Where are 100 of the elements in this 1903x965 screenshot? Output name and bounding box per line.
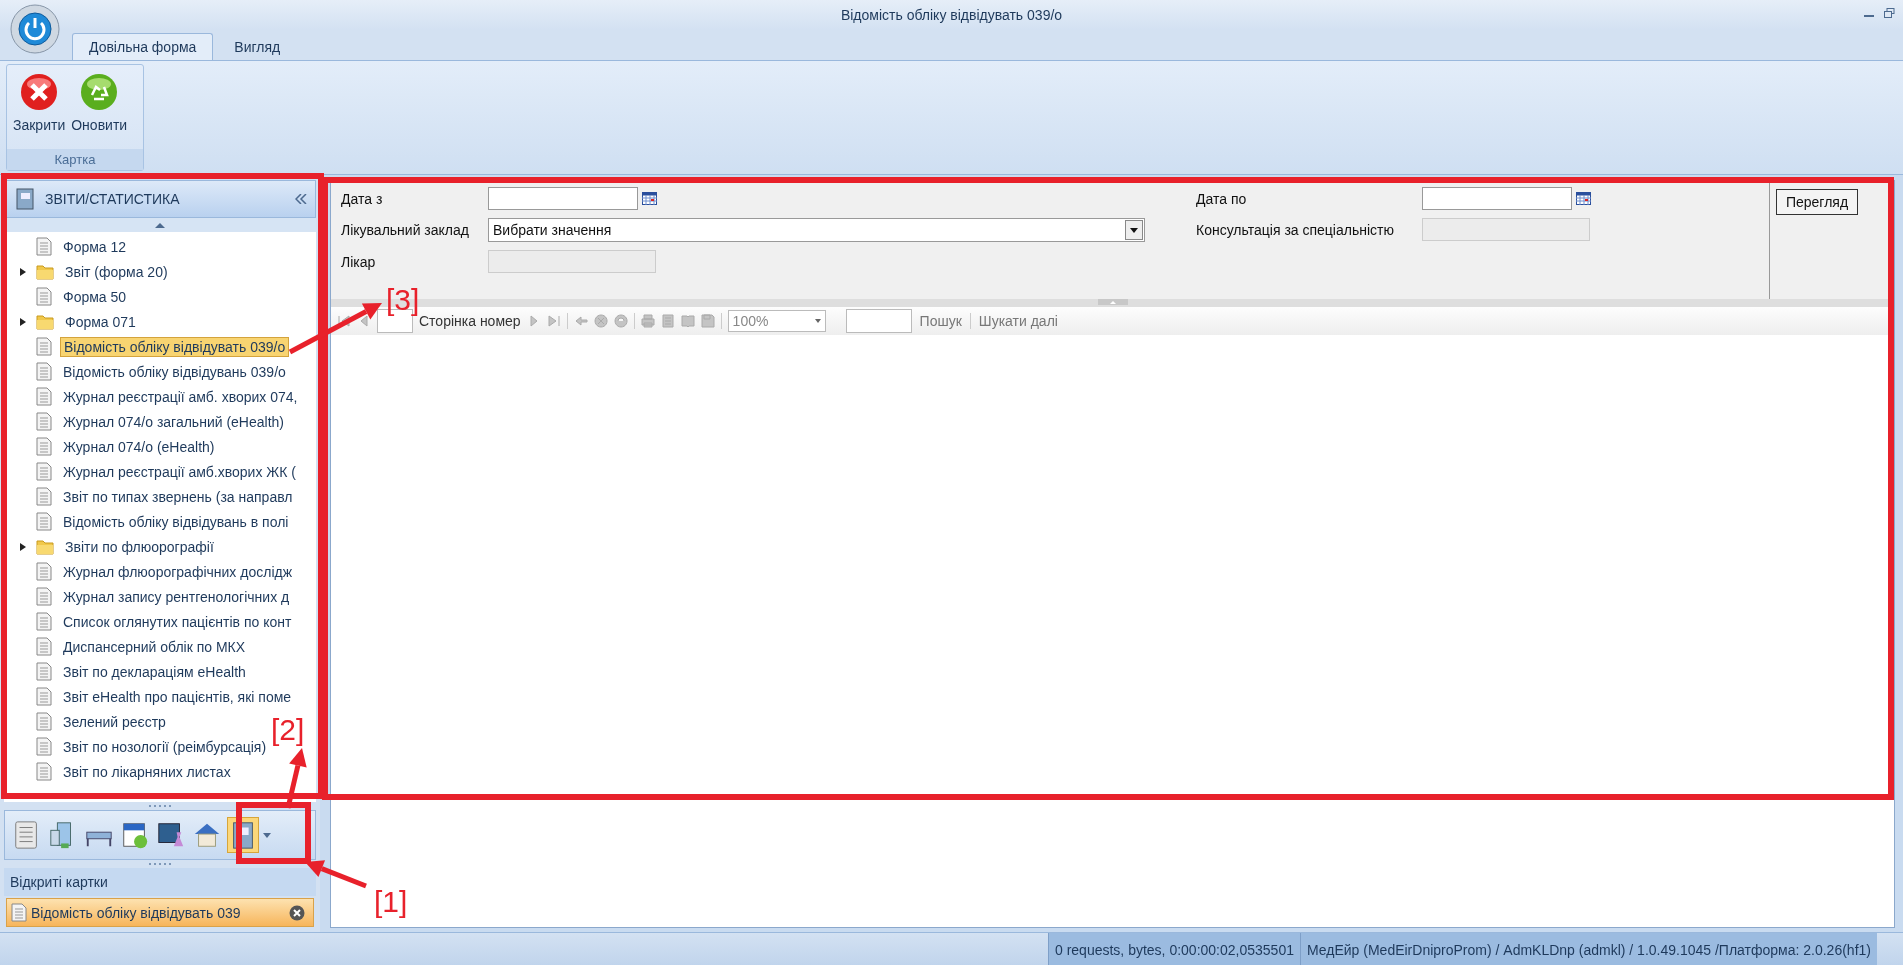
field-label: Дата з bbox=[341, 190, 384, 207]
annotation-arrow bbox=[285, 748, 307, 809]
expand-arrow-icon[interactable] bbox=[19, 542, 27, 551]
expand-arrow-icon[interactable] bbox=[19, 317, 27, 326]
caret-icon bbox=[1130, 227, 1138, 233]
tree-item[interactable]: Звіт по нозології (реімбурсація) bbox=[60, 737, 270, 756]
tree-item[interactable]: Журнал запису рентгенологічних д bbox=[60, 587, 293, 606]
page-label: Сторінка номер bbox=[419, 313, 521, 329]
view-button[interactable]: Перегляд bbox=[1776, 189, 1858, 215]
tree-item[interactable]: Звіт eHealth про пацієнтів, які поме bbox=[60, 687, 295, 706]
scroll-up-icon[interactable] bbox=[155, 222, 165, 228]
ribbon-button[interactable]: Закрити bbox=[11, 71, 68, 149]
group-label: Картка bbox=[7, 149, 143, 170]
date-field[interactable] bbox=[488, 187, 638, 210]
dropdown-field[interactable]: Вибрати значення bbox=[488, 218, 1145, 242]
document-icon bbox=[36, 612, 52, 631]
tree-item[interactable]: Відомість обліку відвідувань в полі bbox=[60, 512, 292, 531]
panel-title: ЗВІТИ/СТАТИСТИКА bbox=[45, 191, 181, 207]
calendar-icon[interactable] bbox=[1576, 192, 1591, 205]
calendar-icon[interactable] bbox=[642, 192, 657, 205]
tree-item[interactable]: Журнал реєстрації амб.хворих ЖК ( bbox=[60, 462, 299, 481]
ribbon-tab[interactable]: Вигляд bbox=[217, 33, 298, 60]
document-icon bbox=[36, 287, 52, 306]
binder-icon bbox=[13, 187, 37, 211]
ribbon-tab[interactable]: Довільна форма bbox=[72, 33, 214, 60]
open-card-tab[interactable]: Відомість обліку відвідувать 039 bbox=[6, 898, 314, 927]
building-icon bbox=[50, 822, 71, 849]
annotation-arrow bbox=[305, 860, 367, 889]
tree-item[interactable]: Звіт (форма 20) bbox=[62, 262, 171, 281]
tree-item[interactable]: Звіт по типах звернень (за направл bbox=[60, 487, 296, 506]
date-field[interactable] bbox=[1422, 187, 1572, 210]
document-icon bbox=[36, 337, 52, 356]
field-label: Лікувальний заклад bbox=[341, 222, 470, 238]
folder-icon bbox=[36, 263, 54, 280]
document-icon bbox=[36, 487, 52, 506]
monitor-flask-icon bbox=[158, 823, 184, 847]
collapse-handle-icon[interactable] bbox=[1097, 299, 1128, 305]
ribbon-button[interactable]: Оновити bbox=[69, 71, 130, 149]
house-icon bbox=[194, 823, 220, 847]
tree-item[interactable]: Відомість обліку відвідувань 039/о bbox=[60, 362, 289, 381]
status-text: МедЕйр (MedEirDniproProm) / AdmKLDnp (admkl) / 1.0.49.1045 /Платформа: 2.0.26(hf1) bbox=[1299, 933, 1877, 965]
tree-item[interactable]: Журнал 074/о загальний (eHealth) bbox=[60, 412, 287, 431]
tree-item[interactable]: Звіт по деклараціям eHealth bbox=[60, 662, 249, 681]
tree-item[interactable]: Журнал 074/о (eHealth) bbox=[60, 437, 218, 456]
tree-item[interactable]: Звіт по лікарняних листах bbox=[60, 762, 234, 781]
search-field[interactable] bbox=[845, 309, 912, 333]
caret-icon bbox=[814, 319, 821, 323]
document-icon bbox=[36, 637, 52, 656]
zoom-dropdown[interactable]: 100% bbox=[727, 310, 826, 332]
field-label: Консультація за спеціальністю bbox=[1196, 221, 1395, 238]
document-icon bbox=[36, 387, 52, 406]
field-label: Лікар bbox=[341, 253, 377, 270]
document-icon bbox=[36, 437, 52, 456]
document-icon bbox=[36, 662, 52, 681]
close-icon[interactable] bbox=[289, 904, 305, 921]
document-icon bbox=[36, 562, 52, 581]
search-button[interactable]: Пошук bbox=[917, 313, 964, 329]
find-next-button[interactable]: Шукати далі bbox=[976, 313, 1060, 329]
tree-item[interactable]: Журнал реєстрації амб. хворих 074, bbox=[60, 387, 301, 406]
expand-arrow-icon[interactable] bbox=[19, 267, 27, 276]
tree-item[interactable]: Журнал флюорографічних дослідж bbox=[60, 562, 296, 581]
document-icon bbox=[36, 462, 52, 481]
document-icon bbox=[36, 362, 52, 381]
document-icon bbox=[36, 237, 52, 256]
tree-item[interactable]: Відомість обліку відвідувать 039/о bbox=[60, 336, 290, 357]
document-icon bbox=[36, 762, 52, 781]
tree-item[interactable]: Звіти по флюорографії bbox=[62, 537, 217, 556]
tree-item[interactable]: Список оглянутих пацієнтів по конт bbox=[60, 612, 295, 631]
document-icon bbox=[36, 737, 52, 756]
annotation-label: [3] bbox=[386, 283, 420, 316]
field-label: Дата по bbox=[1196, 190, 1248, 207]
refresh-icon[interactable] bbox=[613, 314, 628, 328]
report-list-icon bbox=[15, 821, 37, 849]
collapse-icon[interactable] bbox=[295, 194, 307, 204]
calendar-icon bbox=[123, 823, 148, 849]
document-icon bbox=[36, 587, 52, 606]
document-icon bbox=[11, 903, 27, 922]
tree-item[interactable]: Диспансерний облік по МКХ bbox=[60, 637, 249, 656]
folder-icon bbox=[36, 538, 54, 555]
bed-icon bbox=[86, 831, 112, 848]
open-cards-header: Відкриті картки bbox=[4, 868, 316, 896]
document-icon bbox=[36, 687, 52, 706]
first-page-icon[interactable] bbox=[337, 314, 351, 328]
annotation-label: [1] bbox=[374, 885, 408, 918]
document-icon bbox=[36, 512, 52, 531]
document-icon bbox=[36, 712, 52, 731]
tree-item[interactable]: Зелений реєстр bbox=[60, 712, 169, 731]
document-icon bbox=[36, 412, 52, 431]
tree-item[interactable]: Форма 12 bbox=[60, 237, 130, 256]
close-icon bbox=[20, 73, 59, 111]
restore-icon[interactable] bbox=[1884, 8, 1895, 18]
tree-item[interactable]: Форма 071 bbox=[62, 312, 139, 331]
status-text: 0 requests, bytes, 0:00:00:02,0535501 bbox=[1048, 933, 1300, 965]
recycle-icon bbox=[80, 73, 119, 111]
splitter-grip-icon[interactable] bbox=[149, 862, 171, 866]
window-title: Відомість обліку відвідувать 039/о bbox=[840, 7, 1063, 23]
stop-icon[interactable] bbox=[593, 314, 608, 328]
tree-item[interactable]: Форма 50 bbox=[60, 287, 130, 306]
dropdown-caret-icon[interactable] bbox=[263, 832, 271, 838]
splitter-grip-icon[interactable] bbox=[149, 804, 171, 808]
